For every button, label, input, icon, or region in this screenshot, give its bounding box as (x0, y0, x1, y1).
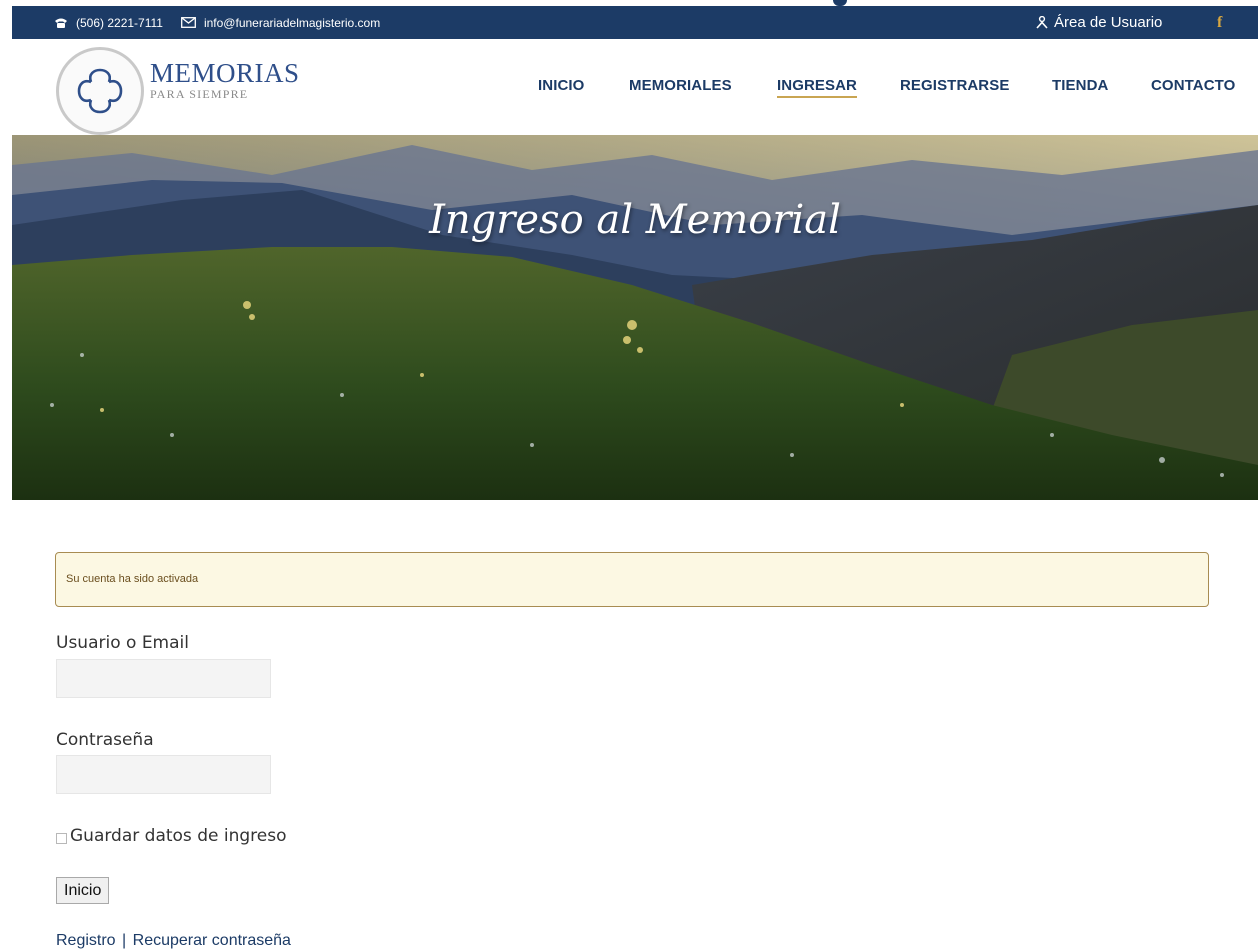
hero-title: Ingreso al Memorial (429, 197, 841, 243)
register-link[interactable]: Registro (56, 932, 116, 949)
site-header: MEMORIAS PARA SIEMPRE INICIO MEMORIALES … (12, 39, 1258, 135)
remember-me-label[interactable]: Guardar datos de ingreso (70, 826, 286, 846)
user-icon (1036, 16, 1048, 29)
username-label: Usuario o Email (56, 633, 189, 653)
alert-message: Su cuenta ha sido activada (66, 573, 199, 585)
hero-banner: Ingreso al Memorial (12, 135, 1258, 500)
nav-item-tienda[interactable]: TIENDA (1052, 77, 1108, 94)
nav-item-ingresar[interactable]: INGRESAR (777, 77, 857, 98)
phone-item[interactable]: (506) 2221-7111 (54, 16, 163, 30)
nav-item-contacto[interactable]: CONTACTO (1151, 77, 1235, 94)
nav-item-inicio[interactable]: INICIO (538, 77, 584, 94)
login-submit-button[interactable]: Inicio (56, 877, 110, 904)
nav-item-registrarse[interactable]: REGISTRARSE (900, 77, 1009, 94)
phone-number: (506) 2221-7111 (76, 15, 163, 30)
success-alert: Su cuenta ha sido activada (55, 552, 1209, 607)
username-input[interactable] (56, 659, 271, 698)
account-links: Registro | Recuperar contraseña (56, 932, 291, 950)
remember-me-checkbox[interactable] (56, 832, 67, 844)
envelope-icon (181, 17, 196, 28)
remember-me-row: Guardar datos de ingreso (56, 826, 286, 846)
email-item[interactable]: info@funerariadelmagisterio.com (181, 16, 380, 30)
user-area-link[interactable]: Área de Usuario (1036, 6, 1162, 39)
nav-item-memoriales[interactable]: MEMORIALES (629, 77, 732, 94)
email-address: info@funerariadelmagisterio.com (203, 15, 381, 30)
top-contact-bar: (506) 2221-7111 info@funerariadelmagiste… (12, 6, 1258, 39)
facebook-icon[interactable]: f (1217, 6, 1222, 39)
links-separator: | (122, 932, 127, 949)
password-label: Contraseña (56, 730, 154, 750)
contact-info: (506) 2221-7111 info@funerariadelmagiste… (54, 6, 398, 39)
mountain-landscape-image (12, 135, 1258, 500)
user-area-label: Área de Usuario (1054, 14, 1163, 31)
password-input[interactable] (56, 755, 271, 794)
recover-password-link[interactable]: Recuperar contraseña (133, 932, 291, 949)
phone-icon (55, 18, 67, 28)
main-nav: INICIO MEMORIALES INGRESAR REGISTRARSE T… (12, 77, 1258, 101)
